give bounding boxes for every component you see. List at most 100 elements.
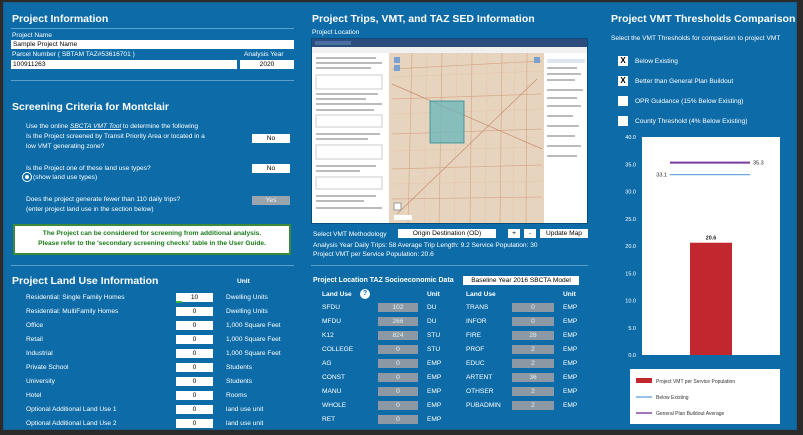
taz-row-value: 0 bbox=[378, 401, 418, 410]
y-tick-label: 30.0 bbox=[625, 190, 636, 196]
taz-row-value: 0 bbox=[378, 359, 418, 368]
thresholds-subtitle: Select the VMT Thresholds for comparison… bbox=[611, 35, 781, 42]
taz-row-label: WHOLE bbox=[322, 402, 347, 409]
taz-row-value: 2 bbox=[512, 359, 554, 368]
land-use-row-input[interactable]: 0 bbox=[176, 419, 213, 428]
divider bbox=[11, 80, 294, 81]
analysis-year-input[interactable]: 2020 bbox=[240, 60, 294, 69]
taz-row-label: TRANS bbox=[466, 304, 489, 311]
land-use-row-label: Residential: MultiFamily Homes bbox=[26, 308, 119, 315]
land-use-row-label: Office bbox=[26, 322, 44, 329]
thresholds-title: Project VMT Thresholds Comparison bbox=[611, 13, 796, 25]
trip-stats-line2: Project VMT per Service Population: 20.6 bbox=[313, 251, 434, 258]
land-use-row-label: Residential: Single Family Homes bbox=[26, 294, 125, 301]
taz-row-unit: DU bbox=[427, 304, 437, 311]
methodology-select[interactable]: Origin Destination (OD) bbox=[398, 229, 496, 238]
threshold-line-label: 35.3 bbox=[753, 161, 764, 167]
screening-q2-line1: Is the Project one of these land use typ… bbox=[26, 165, 151, 172]
update-map-button[interactable]: Update Map bbox=[540, 229, 588, 238]
screening-q3-line1: Does the project generate fewer than 110… bbox=[26, 196, 181, 203]
land-use-row-label: Hotel bbox=[26, 392, 42, 399]
help-icon[interactable]: ? bbox=[360, 289, 370, 299]
legend-label: Below Existing bbox=[656, 395, 689, 401]
taz-row-unit: DU bbox=[427, 318, 437, 325]
land-use-row-unit: Students bbox=[226, 364, 253, 371]
threshold-line-label: 33.1 bbox=[656, 173, 667, 179]
project-location-map[interactable] bbox=[311, 38, 588, 224]
land-use-row-input[interactable]: 0 bbox=[176, 405, 213, 414]
methodology-label: Select VMT Methodology bbox=[313, 231, 387, 238]
land-use-row-label: Private School bbox=[26, 364, 69, 371]
land-use-row-unit: Dwelling Units bbox=[226, 294, 268, 301]
taz-land-use-header: Land Use bbox=[322, 291, 352, 298]
taz-row-unit: EMP bbox=[563, 388, 578, 395]
land-use-row-input[interactable]: 0 bbox=[176, 349, 213, 358]
sbcta-vmt-tool-link[interactable]: SBCTA VMT Tool bbox=[70, 123, 121, 130]
threshold-checkbox[interactable] bbox=[618, 96, 628, 106]
taz-row-unit: STU bbox=[427, 346, 441, 353]
land-use-unit-header: Unit bbox=[237, 278, 250, 285]
divider bbox=[11, 265, 294, 266]
vmt-comparison-chart: 40.0 35.0 30.0 25.0 20.0 15.0 10.0 5.0 0.0 20.6 35… bbox=[625, 135, 780, 424]
project-location-label: Project Location bbox=[312, 29, 360, 36]
threshold-checkbox[interactable] bbox=[618, 116, 628, 126]
land-use-row-input[interactable]: 0 bbox=[176, 377, 213, 386]
land-use-row-unit: Dwelling Units bbox=[226, 308, 268, 315]
land-use-row-input[interactable]: 0 bbox=[176, 335, 213, 344]
taz-row-unit: EMP bbox=[563, 402, 578, 409]
taz-row-unit: EMP bbox=[563, 318, 578, 325]
vmt-chart-area: 40.0 35.0 30.0 25.0 20.0 15.0 10.0 5.0 0.0 20.6 35… bbox=[620, 129, 787, 425]
project-info-title: Project Information bbox=[12, 13, 109, 25]
screening-result-message: The Project can be considered for screen… bbox=[13, 224, 291, 255]
screening-result-line2: Please refer to the 'secondary screening… bbox=[38, 239, 266, 247]
legend-swatch bbox=[636, 378, 652, 383]
land-use-row-input[interactable]: 0 bbox=[176, 321, 213, 330]
dashboard-frame: Project Information Project Name Sample … bbox=[3, 2, 797, 430]
taz-row-unit: STU bbox=[427, 332, 441, 339]
y-tick-label: 15.0 bbox=[625, 271, 636, 277]
zoom-in-button[interactable]: + bbox=[508, 229, 520, 238]
zoom-out-button[interactable]: - bbox=[524, 229, 536, 238]
threshold-checkbox[interactable]: X bbox=[618, 76, 628, 86]
taz-land-use-header-right: Land Use bbox=[466, 291, 496, 298]
taz-title: Project Location TAZ Socioeconomic Data bbox=[313, 277, 454, 284]
screening-q3-answer[interactable]: Yes bbox=[252, 196, 290, 205]
threshold-checkbox[interactable]: X bbox=[618, 56, 628, 66]
trips-title: Project Trips, VMT, and TAZ SED Informat… bbox=[312, 13, 535, 25]
taz-row-label: OTHSER bbox=[466, 388, 494, 395]
y-tick-label: 40.0 bbox=[625, 135, 636, 141]
taz-row-value: 0 bbox=[378, 387, 418, 396]
taz-row-label: PROF bbox=[466, 346, 485, 353]
taz-row-label: ARTENT bbox=[466, 374, 493, 381]
baseline-select[interactable]: Baseline Year 2016 SBCTA Model bbox=[463, 276, 579, 285]
land-use-row-input[interactable]: 0 bbox=[176, 391, 213, 400]
divider bbox=[311, 265, 588, 266]
land-use-row-input[interactable]: 0 bbox=[176, 307, 213, 316]
screening-q3-line2: (enter project land use in the section b… bbox=[26, 206, 154, 213]
land-use-row-label: Optional Additional Land Use 2 bbox=[26, 420, 117, 427]
trip-stats-line1: Analysis Year Daily Trips: 58 Average Tr… bbox=[313, 242, 538, 249]
taz-row-label: FIRE bbox=[466, 332, 482, 339]
threshold-option-label: Below Existing bbox=[635, 58, 678, 65]
taz-row-label: RET bbox=[322, 416, 336, 423]
taz-row-label: CONST bbox=[322, 374, 346, 381]
show-land-use-radio[interactable] bbox=[22, 172, 32, 182]
land-use-row-input[interactable]: 0 bbox=[176, 363, 213, 372]
screening-q1-answer[interactable]: No bbox=[252, 134, 290, 143]
project-name-input[interactable]: Sample Project Name bbox=[11, 40, 294, 49]
threshold-option-label: OPR Guidance (15% Below Existing) bbox=[635, 98, 744, 105]
screening-q1-line3: low VMT generating zone? bbox=[26, 143, 105, 150]
taz-row-unit: EMP bbox=[563, 332, 578, 339]
taz-row-unit: EMP bbox=[563, 374, 578, 381]
taz-row-value: 824 bbox=[378, 331, 418, 340]
parcel-input[interactable]: 100911263 bbox=[11, 60, 237, 69]
land-use-row-unit: Rooms bbox=[226, 392, 247, 399]
screening-q2-answer[interactable]: No bbox=[252, 164, 290, 173]
vmt-bar-label: 20.6 bbox=[706, 236, 717, 242]
screening-q1-line2: Is the Project screened by Transit Prior… bbox=[26, 133, 205, 140]
map-canvas[interactable] bbox=[312, 39, 588, 224]
land-use-row-unit: land use unit bbox=[226, 420, 264, 427]
taz-row-label: AG bbox=[322, 360, 332, 367]
taz-row-label: MFDU bbox=[322, 318, 342, 325]
show-land-use-link[interactable]: (show land use types) bbox=[33, 174, 97, 182]
